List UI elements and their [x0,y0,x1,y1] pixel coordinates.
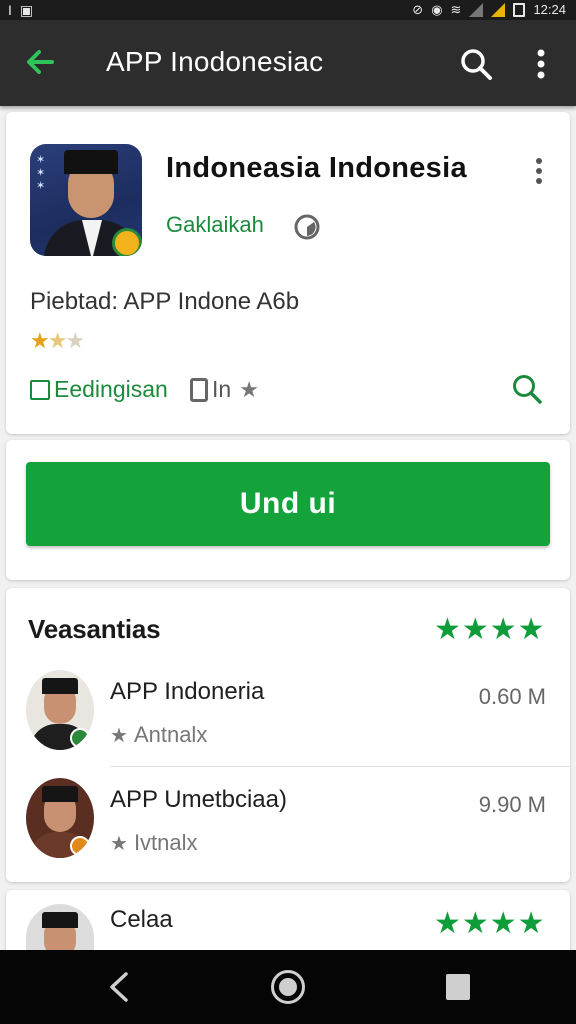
bottom-card-title: Celaa [110,906,173,933]
list-item-name: APP Umetbciaa) [110,786,287,813]
star-icon: ★ [110,724,128,747]
status-bar: I ▣ ⊘ ◉ ≋ 12:24 [0,0,576,20]
badge-icon [70,836,90,856]
avatar [26,778,94,858]
image-notification-icon: ▣ [19,2,34,18]
content-rating-tag[interactable]: In ★ [190,376,259,403]
verified-icon [294,214,320,240]
flag-icon [190,377,208,402]
rating-stars: ★★★★ [434,907,546,940]
section-title: Veasantias [28,614,161,644]
avatar [26,670,94,750]
list-item[interactable]: APP Indoneria ★ Antnalx 0.60 M [6,660,570,766]
category-label: Eedingisan [54,376,168,402]
install-button[interactable]: Und ui [26,462,550,546]
alarm-icon: ◉ [431,2,443,17]
nav-recents-icon[interactable] [446,974,470,1000]
app-description: Piebtad: APP Indone A6b [30,288,300,315]
app-name: Indoneasia Indonesia [166,152,467,184]
page-title: APP Inodonesiac [106,46,324,77]
star-icon: ★ [239,376,259,402]
search-icon[interactable] [458,46,494,82]
signal-icon [469,3,484,17]
list-item[interactable]: APP Umetbciaa) ★ Ivtnalx 9.90 M [6,768,570,874]
emblem-icon: ✶ ✶ ✶ [36,154,46,192]
similar-apps-card: Veasantias ★★★★ APP Indoneria ★ Antnalx … [6,588,570,882]
divider [110,766,570,767]
category-tag[interactable]: Eedingisan [30,376,168,403]
content-rating-label: In [212,376,232,402]
list-item-size: 0.60 M [478,684,546,709]
system-nav-bar [0,950,576,1024]
battery-icon [513,3,526,17]
developer-name[interactable]: Gaklaikah [166,212,264,238]
nav-home-icon[interactable] [271,970,305,1004]
signal-strength-icon [491,3,506,17]
status-time: 12:24 [533,2,566,17]
install-card: Und ui [6,440,570,580]
more-vert-icon[interactable] [532,156,546,186]
badge-icon [70,728,90,748]
section-rating-stars: ★★★★ [434,613,546,646]
list-item-name: APP Indoneria [110,678,265,705]
app-icon[interactable]: ✶ ✶ ✶ [30,144,142,256]
nav-back-icon[interactable] [104,970,134,1004]
list-item-subtitle: Ivtnalx [133,830,198,855]
app-badge-icon [112,228,142,256]
rating-stars: ★★★ [30,328,85,353]
category-icon [30,379,50,400]
arrow-back-icon[interactable] [22,44,58,80]
wifi-icon: ≋ [450,2,462,17]
app-bar: APP Inodonesiac [0,20,576,106]
mute-icon: ⊘ [412,2,424,17]
star-icon: ★ [110,832,128,855]
list-item-size: 9.90 M [478,792,546,817]
app-detail-card: ✶ ✶ ✶ Indoneasia Indonesia Gaklaikah Piebt… [6,112,570,434]
more-vert-icon[interactable] [528,46,554,82]
search-icon[interactable] [510,372,544,406]
notification-icon: I [8,2,12,18]
list-item-subtitle: Antnalx [133,722,208,747]
